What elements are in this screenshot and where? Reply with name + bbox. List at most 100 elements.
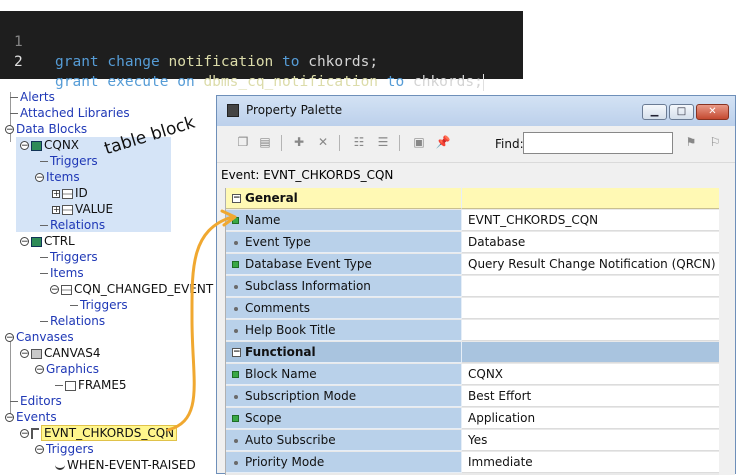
collapse-toggle-icon[interactable]: − [50, 285, 59, 295]
tree-node-evnt-triggers[interactable]: − Triggers [35, 442, 94, 457]
add-property-icon[interactable]: ✚ [291, 134, 307, 150]
tree-label: Attached Libraries [20, 106, 130, 120]
changed-property-icon [232, 371, 239, 378]
property-row[interactable]: Name EVNT_CHKORDS_CQN [226, 210, 720, 232]
property-category-row[interactable]: − General [226, 188, 720, 210]
collapse-toggle-icon[interactable]: − [20, 349, 29, 359]
tree-node-evnt-chkords-cqn[interactable]: − EVNT_CHKORDS_CQN [20, 425, 178, 441]
window-title: Property Palette [246, 103, 343, 117]
property-value [462, 342, 720, 363]
tree-node-cqnx-triggers[interactable]: Triggers [40, 154, 98, 169]
minimize-button[interactable]: ▁ [642, 104, 667, 120]
search-backward-icon[interactable]: ⚐ [707, 134, 723, 150]
freeze-pin-icon[interactable]: 📌 [435, 134, 451, 150]
collapse-category-icon[interactable]: − [232, 348, 241, 357]
expand-toggle-icon[interactable]: + [52, 205, 60, 214]
collapse-toggle-icon[interactable]: − [5, 333, 14, 343]
tree-node-canvas4[interactable]: − CANVAS4 [20, 346, 100, 361]
tree-node-ctrl-relations[interactable]: Relations [40, 314, 105, 329]
tree-label: VALUE [75, 202, 114, 216]
event-icon [31, 428, 39, 439]
property-value[interactable]: Application [462, 408, 720, 429]
property-row[interactable]: Comments [226, 298, 720, 320]
sql-editor[interactable]: 1 grant change notification to chkords; … [0, 11, 523, 91]
property-category-row[interactable]: − Functional [226, 342, 720, 364]
tree-node-cqnx-relations[interactable]: Relations [40, 218, 105, 233]
close-button[interactable]: ✕ [696, 104, 729, 120]
collapse-toggle-icon[interactable]: − [20, 141, 29, 151]
collapse-toggle-icon[interactable]: − [20, 429, 29, 439]
property-row[interactable]: Help Book Title [226, 320, 720, 342]
tree-label: Items [50, 266, 84, 280]
collapse-toggle-icon[interactable]: − [5, 413, 14, 423]
tree-node-item-id[interactable]: + ID [52, 186, 88, 201]
tree-node-cqnx-items[interactable]: − Items [35, 170, 80, 185]
object-navigator: table block Alerts Attached Libraries − D… [0, 88, 220, 474]
text-cursor [482, 73, 484, 91]
tree-node-item-value[interactable]: + VALUE [52, 202, 113, 217]
tree-node-ctrl[interactable]: − CTRL [20, 234, 75, 249]
property-row[interactable]: Block Name CQNX [226, 364, 720, 386]
context-label: Event: EVNT_CHKORDS_CQN [221, 168, 394, 182]
property-row[interactable]: Auto Subscribe Yes [226, 430, 720, 452]
code-line-1: 1 grant change notification to chkords; [0, 12, 378, 70]
vertical-scrollbar[interactable] [719, 188, 735, 475]
tree-label: Relations [50, 314, 106, 328]
intersection-icon[interactable]: ▣ [411, 134, 427, 150]
tree-label: Items [46, 170, 80, 184]
tree-node-graphics[interactable]: − Graphics [35, 362, 99, 377]
tree-node-data-blocks[interactable]: − Data Blocks [5, 122, 87, 137]
maximize-button[interactable]: □ [669, 104, 694, 120]
property-row[interactable]: Event Type Database [226, 232, 720, 254]
property-class-icon[interactable]: ☷ [351, 134, 367, 150]
property-name: Scope [245, 411, 282, 425]
tree-node-cqn-changed-event[interactable]: − CQN_CHANGED_EVENT [50, 282, 213, 297]
collapse-toggle-icon[interactable]: − [20, 237, 29, 247]
find-input[interactable] [523, 132, 673, 154]
tree-node-frame5[interactable]: FRAME5 [55, 378, 127, 393]
property-value[interactable]: EVNT_CHKORDS_CQN [462, 210, 720, 231]
property-row[interactable]: Subclass Information [226, 276, 720, 298]
property-row[interactable]: Database Event Type Query Result Change N… [226, 254, 720, 276]
expand-toggle-icon[interactable]: + [52, 189, 60, 198]
collapse-toggle-icon[interactable]: − [5, 125, 14, 135]
property-value[interactable]: Best Effort [462, 386, 720, 407]
tree-node-ctrl-items[interactable]: Items [40, 266, 84, 281]
tree-node-alerts[interactable]: Alerts [10, 90, 55, 105]
property-value[interactable] [462, 276, 720, 297]
tree-node-cqnx[interactable]: − CQNX [20, 138, 79, 153]
tree-node-cqn-triggers[interactable]: Triggers [70, 298, 128, 313]
property-row[interactable]: Priority Mode Immediate [226, 452, 720, 474]
tree-label: ID [75, 186, 88, 200]
collapse-toggle-icon[interactable]: − [35, 365, 44, 375]
property-value[interactable]: Database [462, 232, 720, 253]
tree-node-when-event-raised[interactable]: WHEN-EVENT-RAISED [55, 458, 196, 473]
tree-node-events[interactable]: − Events [5, 410, 57, 425]
search-forward-icon[interactable]: ⚑ [683, 134, 699, 150]
trigger-icon [55, 462, 65, 470]
copy-properties-icon[interactable]: ❐ [235, 134, 251, 150]
property-value[interactable]: Query Result Change Notification (QRCN) [462, 254, 720, 275]
property-value[interactable]: Yes [462, 430, 720, 451]
tree-node-editors[interactable]: Editors [10, 394, 62, 409]
property-value[interactable] [462, 298, 720, 319]
paste-properties-icon[interactable]: ▤ [257, 134, 273, 150]
collapse-toggle-icon[interactable]: − [35, 173, 44, 183]
title-bar[interactable]: Property Palette ▁ □ ✕ [217, 96, 735, 126]
delete-property-icon[interactable]: ✕ [315, 134, 331, 150]
property-name-cell: Database Event Type [226, 254, 462, 275]
property-value[interactable] [462, 320, 720, 341]
collapse-toggle-icon[interactable]: − [35, 445, 44, 455]
property-row[interactable]: Subscription Mode Best Effort [226, 386, 720, 408]
inherit-icon[interactable]: ☰ [375, 134, 391, 150]
toolbar: ❐ ▤ ✚ ✕ ☷ ☰ ▣ 📌 Find: ⚑ ⚐ [225, 130, 729, 158]
property-value[interactable]: CQNX [462, 364, 720, 385]
collapse-category-icon[interactable]: − [232, 194, 241, 203]
property-row[interactable]: Scope Application [226, 408, 720, 430]
property-name-cell: − General [226, 188, 462, 209]
property-value[interactable]: Immediate [462, 452, 720, 473]
tree-node-canvases[interactable]: − Canvases [5, 330, 74, 345]
tree-node-attached-libraries[interactable]: Attached Libraries [10, 106, 130, 121]
tree-node-ctrl-triggers[interactable]: Triggers [40, 250, 98, 265]
property-name: Subscription Mode [245, 389, 357, 403]
